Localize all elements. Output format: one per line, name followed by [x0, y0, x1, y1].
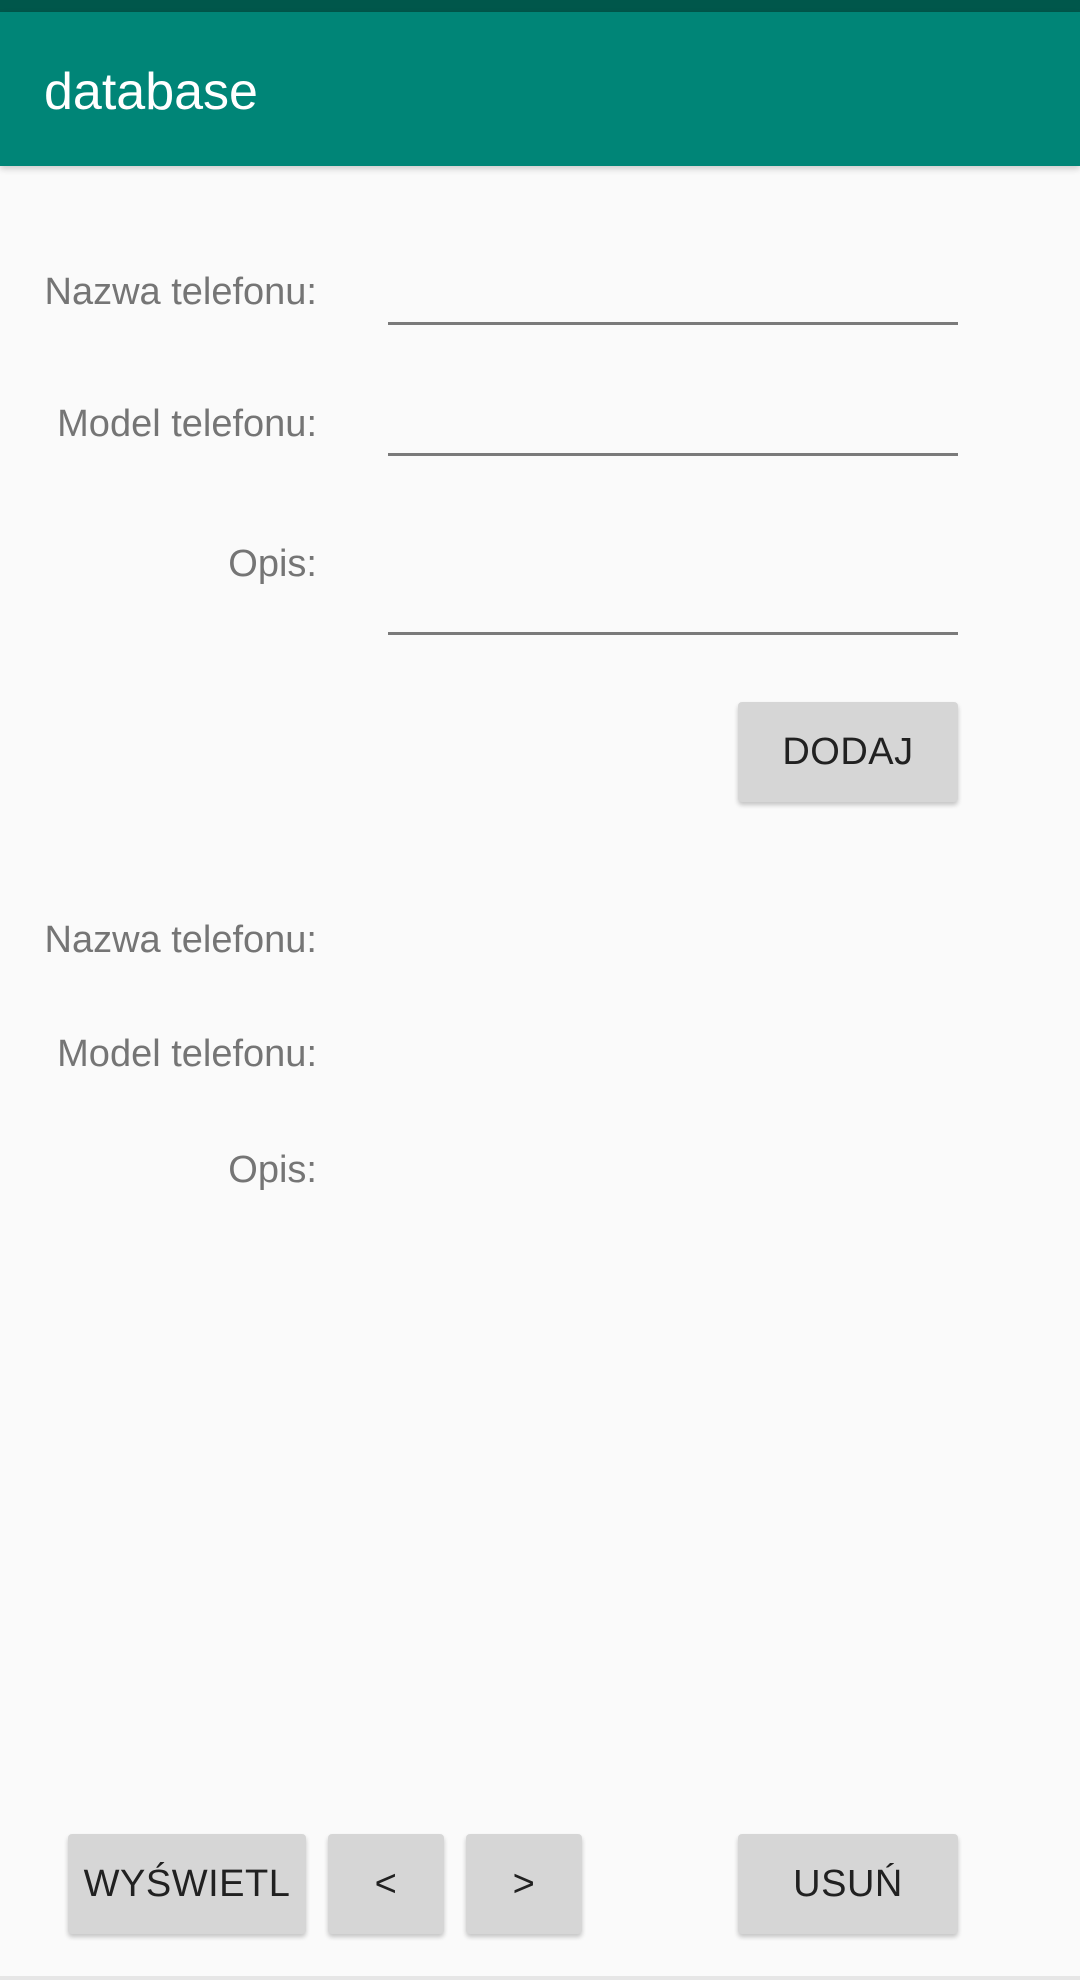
description-field[interactable] [388, 572, 958, 635]
delete-button[interactable]: USUŃ [738, 1834, 958, 1934]
display-name-label: Nazwa telefonu: [44, 919, 318, 961]
add-button[interactable]: DODAJ [738, 702, 958, 802]
display-description-label: Opis: [228, 1149, 317, 1191]
name-label: Nazwa telefonu: [44, 271, 318, 313]
bottom-divider [0, 1976, 1080, 1980]
display-model-label: Model telefonu: [57, 1033, 317, 1075]
model-label: Model telefonu: [57, 403, 317, 445]
description-label: Opis: [228, 543, 317, 585]
show-button[interactable]: WYŚWIETL [68, 1834, 306, 1934]
app-title: database [44, 63, 258, 121]
app-bar: database [0, 12, 1080, 166]
name-field[interactable] [388, 262, 958, 325]
status-bar [0, 0, 1080, 12]
next-button[interactable]: > [466, 1834, 582, 1934]
model-field[interactable] [388, 393, 958, 456]
previous-button[interactable]: < [328, 1834, 444, 1934]
